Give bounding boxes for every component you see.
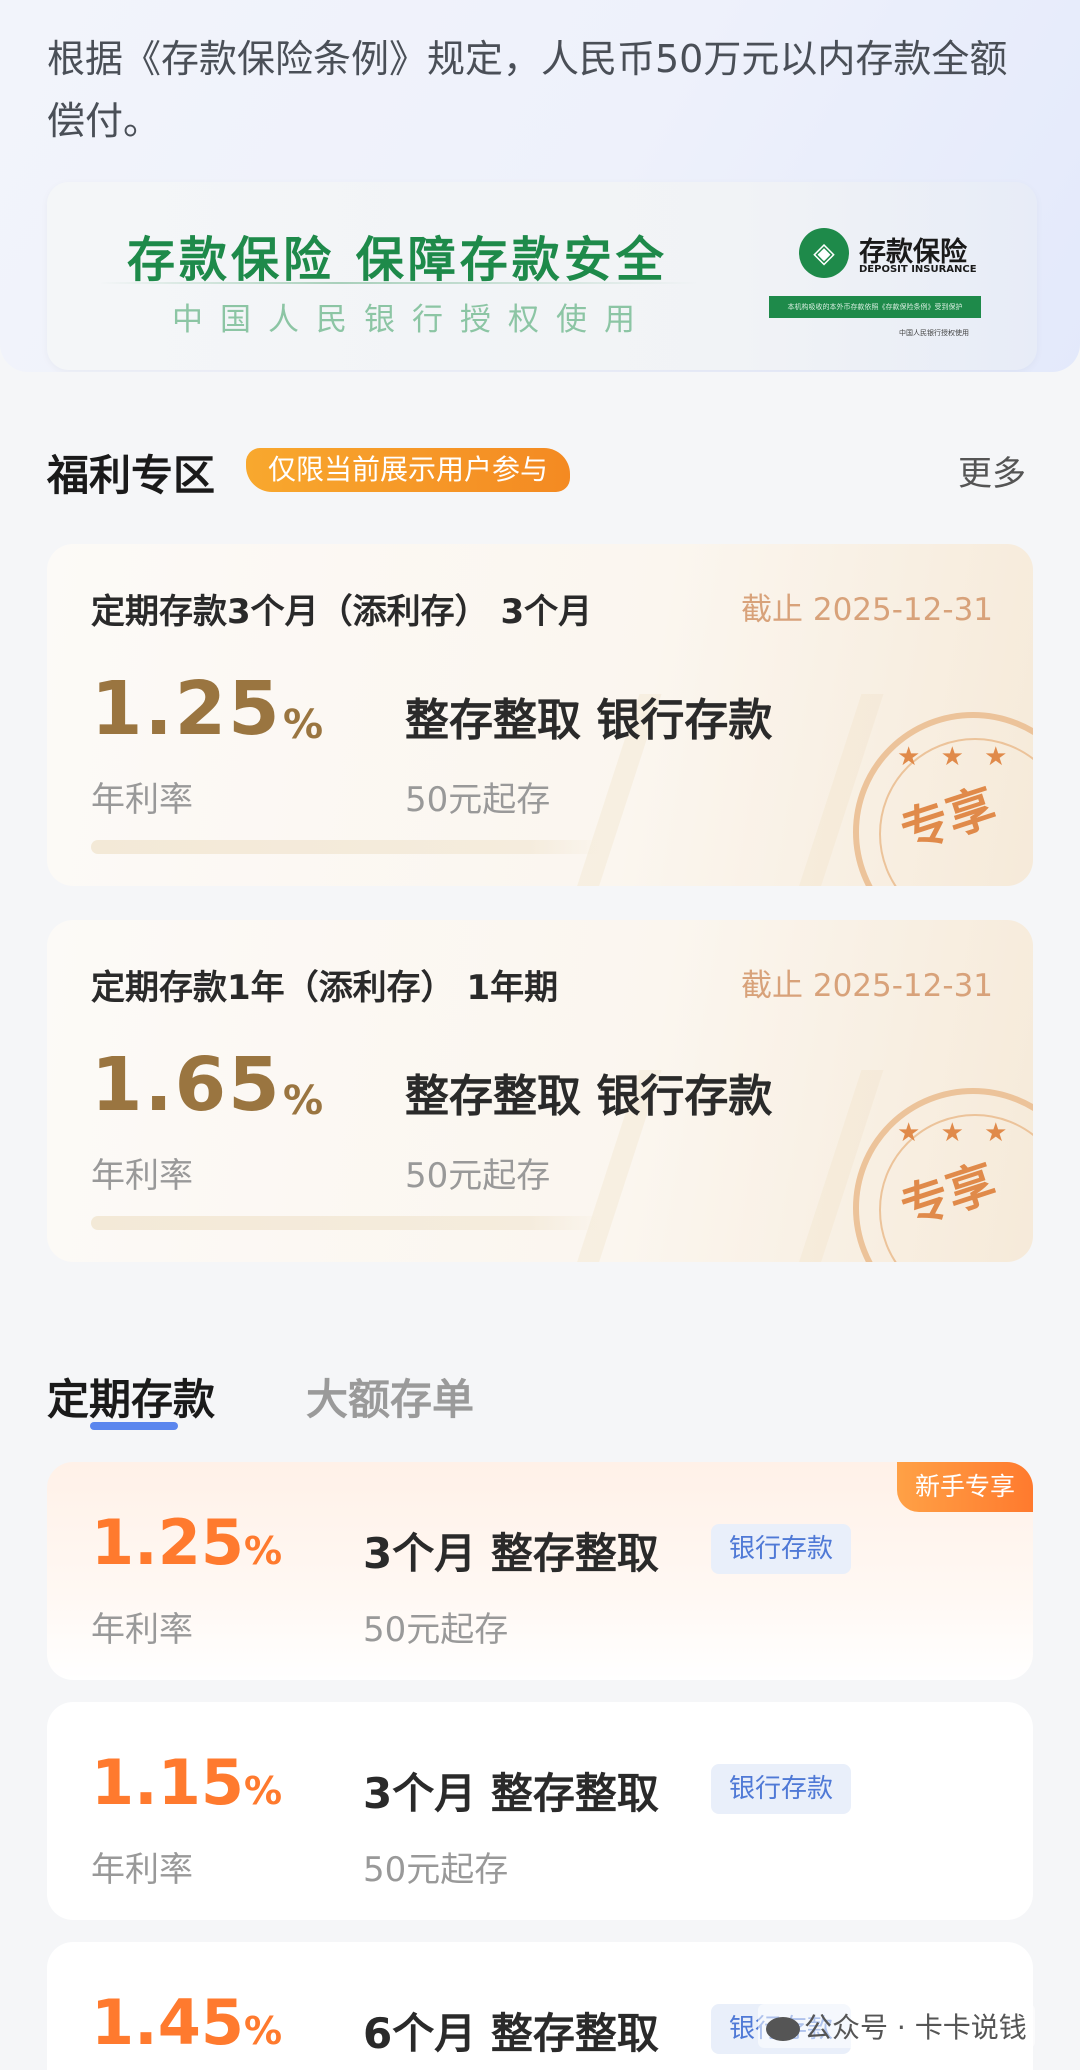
new-user-badge: 新手专享 [896, 1462, 1033, 1512]
logo-foot-text: 中国人民银行授权使用 [899, 329, 969, 337]
tab-active-indicator [90, 1422, 178, 1430]
promo-card[interactable]: 定期存款1年（添利存） 1年期 截止 2025-12-31 1.65 % 年利率… [47, 920, 1033, 1262]
promo-card-rate: 1.65 [91, 1042, 282, 1128]
more-link[interactable]: 更多 [958, 446, 1026, 495]
product-rate: 1.45% [91, 1986, 282, 2059]
promo-card[interactable]: 定期存款3个月（添利存） 3个月 截止 2025-12-31 1.25 % 年利… [47, 544, 1033, 886]
divider [99, 282, 699, 284]
exclusive-stamp: ★ ★ ★ 专享 [853, 712, 1033, 886]
product-min-amount: 50元起存 [363, 1610, 509, 1650]
promo-card-deadline: 截止 2025-12-31 [741, 968, 994, 1004]
star-icon: ★ ★ ★ [897, 1118, 1014, 1148]
welfare-badge: 仅限当前展示用户参与 [246, 448, 571, 492]
insurance-banner-title: 存款保险 保障存款安全 [127, 232, 668, 288]
deposit-insurance-logo: ◈ 存款保险 DEPOSIT INSURANCE 本机构吸收的本外币存款依照《存… [769, 228, 999, 358]
welfare-section-title: 福利专区 [47, 451, 216, 500]
promo-card-kind: 整存整取 银行存款 [405, 1071, 773, 1122]
product-term: 6个月 整存整取 [363, 2009, 659, 2058]
product-tag: 银行存款 [711, 1764, 852, 1814]
product-term: 3个月 整存整取 [363, 1529, 659, 1578]
logo-bar-text: 本机构吸收的本外币存款依照《存款保险条例》受到保护 [769, 296, 981, 318]
deposit-insurance-logo-icon: ◈ [799, 228, 849, 278]
product-rate: 1.25% [91, 1506, 282, 1579]
promo-card-rate-label: 年利率 [91, 1156, 193, 1196]
promo-card-rate: 1.25 [91, 666, 282, 752]
promo-card-rate-label: 年利率 [91, 780, 193, 820]
product-card[interactable]: 1.15% 年利率 3个月 整存整取 银行存款 50元起存 [47, 1702, 1033, 1920]
tab-fixed-deposit[interactable]: 定期存款 [47, 1366, 215, 1427]
insurance-banner[interactable]: 存款保险 保障存款安全 中国人民银行授权使用 ◈ 存款保险 DEPOSIT IN… [47, 182, 1037, 370]
product-rate-unit: % [243, 1769, 283, 1813]
promo-card-deadline: 截止 2025-12-31 [741, 592, 994, 628]
promo-card-kind: 整存整取 银行存款 [405, 695, 773, 746]
insurance-banner-subtitle: 中国人民银行授权使用 [172, 302, 652, 338]
product-rate-unit: % [243, 1529, 283, 1573]
tab-large-deposit-certificate[interactable]: 大额存单 [306, 1366, 474, 1427]
product-tag: 银行存款 [711, 1524, 852, 1574]
wechat-icon [766, 2017, 800, 2041]
promo-card-bar [91, 840, 607, 854]
promo-card-rate-unit: % [283, 1078, 324, 1124]
star-icon: ★ ★ ★ [897, 742, 1014, 772]
promo-card-rate-unit: % [283, 702, 324, 748]
product-rate-unit: % [243, 2009, 283, 2053]
logo-en-text: DEPOSIT INSURANCE [859, 264, 977, 275]
product-rate-value: 1.15 [91, 1746, 244, 1819]
product-rate-label: 年利率 [91, 1850, 193, 1890]
product-min-amount: 50元起存 [363, 1850, 509, 1890]
promo-card-min-amount: 50元起存 [405, 1156, 551, 1196]
promo-card-title: 定期存款1年（添利存） 1年期 [91, 968, 559, 1008]
promo-card-bar [91, 1216, 607, 1230]
product-rate-label: 年利率 [91, 1610, 193, 1650]
watermark: 公众号 · 卡卡说钱 [758, 2004, 1035, 2048]
promo-card-min-amount: 50元起存 [405, 780, 551, 820]
deposit-insurance-section: 根据《存款保险条例》规定，人民币50万元以内存款全额偿付。 存款保险 保障存款安… [0, 0, 1080, 372]
product-rate: 1.15% [91, 1746, 282, 1819]
exclusive-stamp: ★ ★ ★ 专享 [853, 1088, 1033, 1262]
product-card[interactable]: 新手专享 1.25% 年利率 3个月 整存整取 银行存款 50元起存 [47, 1462, 1033, 1680]
watermark-text: 公众号 · 卡卡说钱 [804, 2011, 1027, 2044]
product-rate-value: 1.25 [91, 1506, 244, 1579]
product-rate-value: 1.45 [91, 1986, 244, 2059]
product-term: 3个月 整存整取 [363, 1769, 659, 1818]
insurance-notice: 根据《存款保险条例》规定，人民币50万元以内存款全额偿付。 [47, 37, 1008, 143]
promo-card-title: 定期存款3个月（添利存） 3个月 [91, 592, 593, 632]
